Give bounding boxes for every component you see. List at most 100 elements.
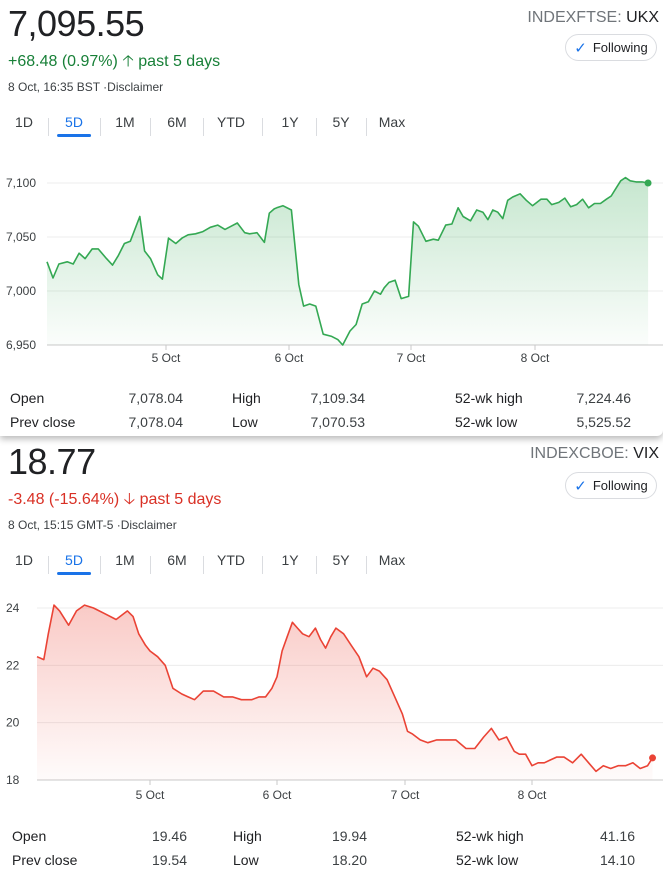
- last-point-marker: [649, 754, 657, 762]
- x-tick-label: 6 Oct: [275, 351, 304, 365]
- x-tick-label: 8 Oct: [521, 351, 550, 365]
- range-separator: [100, 556, 101, 574]
- y-tick-label: 24: [6, 601, 20, 615]
- prev-close-label: Prev close: [12, 852, 78, 868]
- wk-high-value: 41.16: [599, 828, 635, 844]
- ftse-price-chart: 6,950 7,000 7,050 7,100 5 Oct 6 Oct 7 Oct 8 Oct: [6, 176, 663, 365]
- symbol: VIX: [633, 445, 659, 462]
- timestamp: 8 Oct, 15:15 GMT-5: [8, 518, 114, 532]
- y-tick-label: 18: [6, 773, 20, 787]
- exchange: INDEXFTSE:: [527, 9, 622, 26]
- high-label: High: [232, 390, 261, 406]
- y-tick-label: 7,100: [6, 176, 36, 190]
- vix-quote-card: 18.77 INDEXCBOE: VIX -3.48 (-15.64%) 🡣 p…: [0, 438, 663, 879]
- following-label: Following: [592, 40, 648, 55]
- disclaimer-link[interactable]: ·Disclaimer: [103, 80, 163, 94]
- range-separator: [366, 118, 367, 136]
- change-value: -3.48 (-15.64%): [8, 491, 120, 508]
- timestamp: 8 Oct, 16:35 BST: [8, 80, 100, 94]
- low-label: Low: [232, 414, 258, 430]
- timestamp-line: 8 Oct, 15:15 GMT-5 ·Disclaimer: [8, 518, 177, 532]
- prev-close-value: 7,078.04: [128, 414, 184, 430]
- high-value: 7,109.34: [310, 390, 366, 406]
- range-tab-5d[interactable]: 5D: [57, 114, 91, 137]
- range-tab-ytd[interactable]: YTD: [217, 114, 245, 130]
- range-tab-1y[interactable]: 1Y: [281, 552, 298, 568]
- ticker: INDEXCBOE: VIX: [530, 445, 659, 463]
- range-tabs: 1D 5D 1M 6M YTD 1Y 5Y Max: [0, 114, 420, 138]
- y-tick-label: 6,950: [6, 338, 36, 352]
- arrow-up-icon: 🡡: [122, 53, 134, 70]
- prev-close-value: 19.54: [151, 852, 187, 868]
- vix-price-chart: 18 20 22 24 5 Oct 6 Oct 7 Oct 8 Oct: [6, 601, 663, 802]
- x-tick-label: 7 Oct: [397, 351, 426, 365]
- check-icon: ✓: [574, 39, 587, 57]
- range-tab-5d[interactable]: 5D: [57, 552, 91, 575]
- y-tick-label: 20: [6, 716, 20, 730]
- range-tab-max[interactable]: Max: [379, 552, 405, 568]
- x-tick-label: 8 Oct: [518, 788, 547, 802]
- x-tick-label: 5 Oct: [152, 351, 181, 365]
- disclaimer-link[interactable]: ·Disclaimer: [117, 518, 177, 532]
- range-separator: [316, 118, 317, 136]
- x-tick-label: 7 Oct: [391, 788, 420, 802]
- ticker: INDEXFTSE: UKX: [527, 9, 659, 27]
- range-tab-6m[interactable]: 6M: [167, 552, 186, 568]
- change-value: +68.48 (0.97%): [8, 53, 118, 70]
- range-tab-1m[interactable]: 1M: [115, 552, 134, 568]
- range-separator: [262, 118, 263, 136]
- range-separator: [316, 556, 317, 574]
- following-button[interactable]: ✓ Following: [565, 34, 657, 61]
- low-value: 7,070.53: [310, 414, 366, 430]
- range-tab-1d[interactable]: 1D: [15, 552, 33, 568]
- range-separator: [48, 556, 49, 574]
- timestamp-line: 8 Oct, 16:35 BST ·Disclaimer: [8, 80, 163, 94]
- range-tab-5y[interactable]: 5Y: [332, 552, 349, 568]
- price: 7,095.55: [8, 3, 145, 44]
- low-label: Low: [233, 852, 259, 868]
- series-area: [37, 605, 653, 780]
- stats-table: Open 7,078.04 High 7,109.34 52-wk high 7…: [0, 384, 663, 434]
- stats-table: Open 19.46 High 19.94 52-wk high 41.16 P…: [0, 826, 663, 876]
- range-separator: [150, 118, 151, 136]
- range-tab-max[interactable]: Max: [379, 114, 405, 130]
- range-tab-1y[interactable]: 1Y: [281, 114, 298, 130]
- following-label: Following: [592, 478, 648, 493]
- high-value: 19.94: [331, 828, 367, 844]
- check-icon: ✓: [574, 477, 587, 495]
- wk-low-value: 5,525.52: [576, 414, 632, 430]
- wk-low-value: 14.10: [599, 852, 635, 868]
- y-tick-label: 7,050: [6, 230, 36, 244]
- range-separator: [150, 556, 151, 574]
- symbol: UKX: [626, 9, 659, 26]
- range-separator: [203, 118, 204, 136]
- range-tab-5y[interactable]: 5Y: [332, 114, 349, 130]
- change-line: +68.48 (0.97%) 🡡 past 5 days: [8, 50, 220, 77]
- wk-low-label: 52-wk low: [455, 414, 518, 430]
- wk-high-label: 52-wk high: [456, 828, 524, 844]
- price: 18.77: [8, 441, 96, 482]
- arrow-down-icon: 🡣: [123, 491, 136, 508]
- change-period: past 5 days: [138, 53, 221, 70]
- open-label: Open: [10, 390, 45, 406]
- x-tick-label: 6 Oct: [263, 788, 292, 802]
- range-separator: [48, 118, 49, 136]
- wk-high-label: 52-wk high: [455, 390, 523, 406]
- range-tab-1d[interactable]: 1D: [15, 114, 33, 130]
- exchange: INDEXCBOE:: [530, 445, 629, 462]
- following-button[interactable]: ✓ Following: [565, 472, 657, 499]
- y-tick-label: 22: [6, 658, 20, 672]
- x-tick-label: 5 Oct: [136, 788, 165, 802]
- range-separator: [100, 118, 101, 136]
- range-tab-1m[interactable]: 1M: [115, 114, 134, 130]
- range-tab-6m[interactable]: 6M: [167, 114, 186, 130]
- high-label: High: [233, 828, 262, 844]
- change-line: -3.48 (-15.64%) 🡣 past 5 days: [8, 488, 221, 515]
- wk-high-value: 7,224.46: [576, 390, 632, 406]
- prev-close-label: Prev close: [10, 414, 76, 430]
- wk-low-label: 52-wk low: [456, 852, 519, 868]
- change-period: past 5 days: [139, 491, 222, 508]
- range-tab-ytd[interactable]: YTD: [217, 552, 245, 568]
- open-label: Open: [12, 828, 47, 844]
- y-tick-label: 7,000: [6, 284, 36, 298]
